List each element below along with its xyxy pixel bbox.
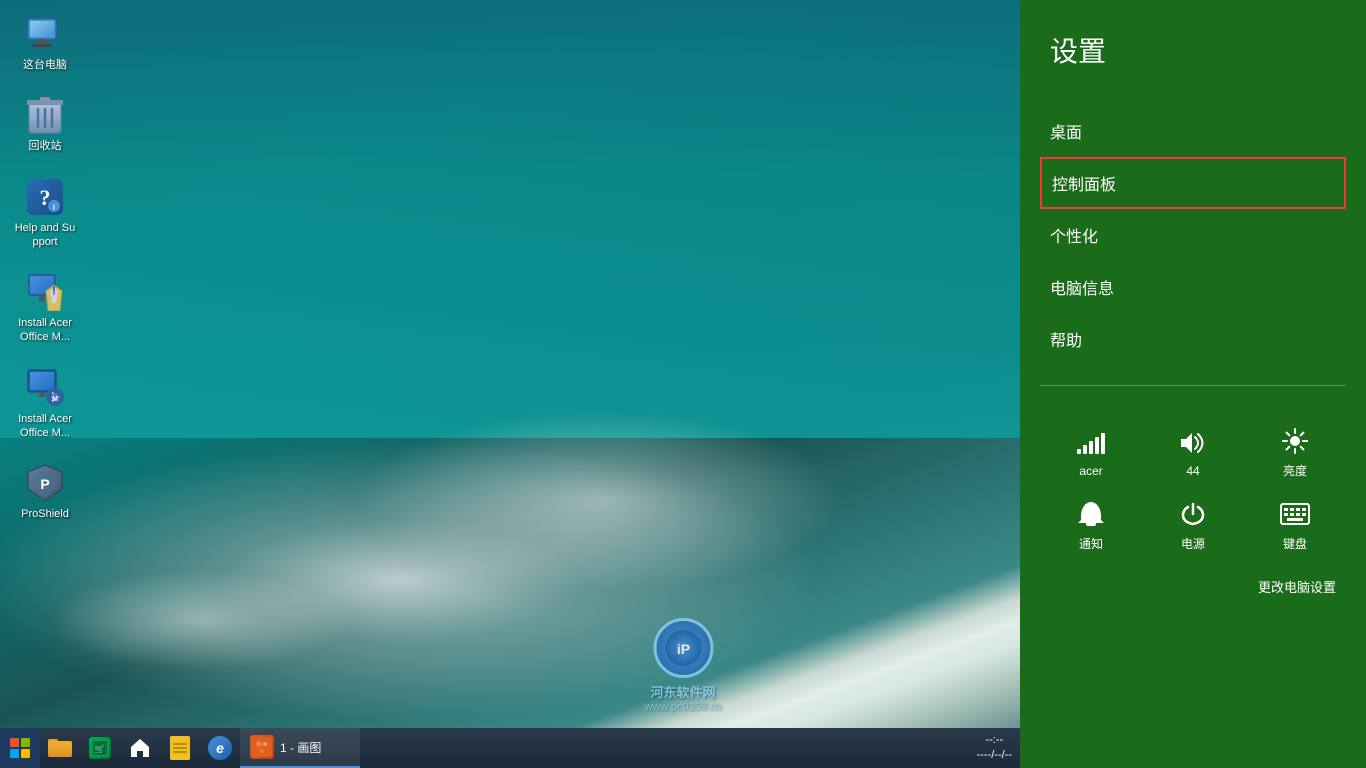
windows-sq-green	[21, 738, 30, 747]
start-button[interactable]	[0, 728, 40, 768]
system-tray: --:-- ----/--/--	[969, 733, 1020, 764]
brightness-label: 亮度	[1283, 462, 1307, 479]
taskbar-store-icon[interactable]: 🛒	[80, 728, 120, 768]
taskbar-home-icon[interactable]	[120, 728, 160, 768]
help-support-icon: ? i	[25, 177, 65, 217]
install-acer-2-icon: M	[25, 368, 65, 408]
store-icon: 🛒	[89, 737, 111, 759]
folder-icon	[48, 739, 72, 757]
menu-item-help-label: 帮助	[1050, 333, 1082, 350]
desktop-icon-help-support[interactable]: ? i Help and Support	[10, 173, 80, 254]
settings-menu: 桌面 控制面板 个性化 电脑信息 帮助	[1020, 105, 1366, 365]
desktop-icon-recycle-bin[interactable]: 回收站	[10, 91, 80, 157]
paint-app-label: 1 - 画图	[280, 739, 321, 756]
notification-label: 通知	[1079, 535, 1103, 552]
keyboard-label: 键盘	[1283, 535, 1307, 552]
proshield-label: ProShield	[21, 507, 69, 521]
taskbar-folder-icon[interactable]	[40, 728, 80, 768]
volume-label: 44	[1186, 464, 1199, 478]
brightness-icon	[1280, 426, 1310, 456]
desktop-icon-install-acer-1[interactable]: Install Acer Office M...	[10, 268, 80, 349]
taskbar-ie-icon[interactable]: e	[200, 728, 240, 768]
clock-date: ----/--/--	[977, 748, 1012, 763]
notification-icon	[1076, 499, 1106, 529]
windows-sq-red	[10, 738, 19, 747]
taskbar: 🛒 e	[0, 728, 1020, 768]
menu-item-desktop-label: 桌面	[1050, 125, 1082, 142]
brightness-icon-item[interactable]: 亮度	[1280, 426, 1310, 479]
system-icons-row-1: acer 44	[1040, 426, 1346, 479]
menu-item-pc-info[interactable]: 电脑信息	[1020, 261, 1366, 313]
system-icons-row-2: 通知 电源	[1040, 499, 1346, 552]
menu-item-help[interactable]: 帮助	[1020, 313, 1366, 365]
taskbar-notes-icon[interactable]	[160, 728, 200, 768]
signal-icon	[1076, 428, 1106, 458]
notification-icon-item[interactable]: 通知	[1076, 499, 1106, 552]
desktop-icon-this-pc[interactable]: 这台电脑	[10, 10, 80, 76]
folder-body	[48, 741, 72, 757]
change-settings-link[interactable]: 更改电脑设置	[1258, 580, 1336, 595]
home-icon	[129, 737, 151, 759]
volume-icon-item[interactable]: 44	[1178, 428, 1208, 478]
bar2	[1083, 445, 1087, 454]
watermark-site-url: www.pc0359.cn	[644, 701, 721, 713]
desktop	[0, 0, 1020, 730]
notes-icon	[170, 736, 190, 760]
power-icon	[1178, 499, 1208, 529]
windows-sq-blue	[10, 749, 19, 758]
network-label: acer	[1079, 464, 1102, 478]
watermark-site-name: 河东软件网	[650, 682, 715, 701]
watermark-logo: iP	[653, 618, 713, 678]
svg-text:P: P	[40, 476, 49, 492]
clock-time: --:--	[977, 733, 1012, 748]
system-clock: --:-- ----/--/--	[977, 733, 1012, 764]
this-pc-label: 这台电脑	[23, 58, 67, 72]
keyboard-icon	[1280, 499, 1310, 529]
svg-text:iP: iP	[676, 641, 689, 657]
bar1	[1077, 449, 1081, 454]
volume-icon	[1178, 428, 1208, 458]
wave-overlay	[0, 0, 1020, 730]
menu-item-control-panel-label: 控制面板	[1052, 177, 1116, 194]
windows-sq-yellow	[21, 749, 30, 758]
svg-text:i: i	[53, 203, 55, 212]
install-acer-1-label: Install Acer Office M...	[14, 316, 76, 345]
network-icon-item[interactable]: acer	[1076, 428, 1106, 478]
power-icon-item[interactable]: 电源	[1178, 499, 1208, 552]
bar3	[1089, 441, 1093, 454]
panel-divider	[1040, 385, 1346, 386]
signal-bars	[1077, 432, 1105, 454]
bar5	[1101, 433, 1105, 454]
this-pc-icon	[25, 14, 65, 54]
desktop-icons-container: 这台电脑 回收站	[10, 10, 80, 526]
settings-panel: 设置 桌面 控制面板 个性化 电脑信息 帮助	[1020, 0, 1366, 768]
ie-icon: e	[208, 736, 232, 760]
menu-item-control-panel[interactable]: 控制面板	[1040, 157, 1346, 209]
svg-text:🛒: 🛒	[94, 743, 105, 754]
panel-title: 设置	[1050, 30, 1336, 70]
watermark: iP 河东软件网 www.pc0359.cn	[644, 618, 721, 713]
change-settings-container: 更改电脑设置	[1040, 572, 1346, 602]
keyboard-icon-item[interactable]: 键盘	[1280, 499, 1310, 552]
menu-item-desktop[interactable]: 桌面	[1020, 105, 1366, 157]
svg-text:M: M	[52, 396, 58, 403]
bar4	[1095, 437, 1099, 454]
help-support-label: Help and Support	[14, 221, 76, 250]
menu-item-personalization-label: 个性化	[1050, 229, 1098, 246]
menu-item-personalization[interactable]: 个性化	[1020, 209, 1366, 261]
desktop-icon-install-acer-2[interactable]: M Install Acer Office M...	[10, 364, 80, 445]
menu-item-pc-info-label: 电脑信息	[1050, 281, 1114, 298]
power-label: 电源	[1181, 535, 1205, 552]
taskbar-paint-app[interactable]: 1 - 画图	[240, 728, 360, 768]
install-acer-2-label: Install Acer Office M...	[14, 412, 76, 441]
panel-header: 设置	[1020, 0, 1366, 105]
proshield-icon: P	[25, 463, 65, 503]
desktop-icon-proshield[interactable]: P ProShield	[10, 459, 80, 525]
panel-bottom: acer 44	[1020, 406, 1366, 622]
install-acer-1-icon	[25, 272, 65, 312]
windows-logo-icon	[10, 738, 30, 758]
recycle-bin-icon	[25, 95, 65, 135]
recycle-bin-label: 回收站	[29, 139, 62, 153]
paint-icon	[250, 735, 274, 759]
